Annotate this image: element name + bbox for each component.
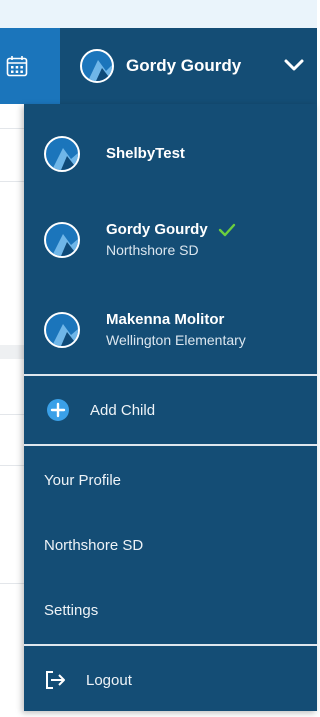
account-subtitle: Wellington Elementary bbox=[106, 332, 246, 348]
background-divider bbox=[0, 583, 24, 584]
background-divider bbox=[0, 128, 24, 129]
app-header: Gordy Gourdy bbox=[0, 28, 317, 104]
logout-label: Logout bbox=[86, 671, 132, 689]
chevron-down-icon[interactable] bbox=[283, 56, 305, 74]
menu-item-your-profile[interactable]: Your Profile bbox=[24, 455, 317, 505]
account-dropdown-menu: ShelbyTest Gordy Gourdy Northshore SD Ma… bbox=[24, 104, 317, 711]
background-divider bbox=[0, 345, 24, 359]
account-name: Gordy Gourdy bbox=[106, 221, 208, 238]
account-name: ShelbyTest bbox=[106, 145, 185, 162]
account-subtitle: Northshore SD bbox=[106, 242, 199, 258]
menu-item-label: Northshore SD bbox=[44, 536, 144, 554]
avatar bbox=[80, 49, 114, 83]
calendar-button[interactable] bbox=[0, 28, 60, 104]
avatar bbox=[44, 312, 80, 348]
add-child-label: Add Child bbox=[90, 401, 156, 419]
checkmark-icon bbox=[218, 223, 235, 237]
top-strip bbox=[0, 0, 317, 28]
current-user-name: Gordy Gourdy bbox=[126, 56, 242, 75]
background-divider bbox=[0, 414, 24, 415]
avatar bbox=[44, 222, 80, 258]
plus-circle-icon bbox=[47, 399, 69, 421]
account-item-shelbytest[interactable]: ShelbyTest bbox=[24, 132, 317, 176]
logout-icon bbox=[46, 671, 65, 689]
background-divider bbox=[0, 465, 24, 466]
calendar-icon bbox=[6, 56, 28, 77]
account-item-gordy-gourdy[interactable]: Gordy Gourdy Northshore SD bbox=[24, 216, 317, 264]
avatar bbox=[44, 136, 80, 172]
menu-item-settings[interactable]: Settings bbox=[24, 585, 317, 635]
divider bbox=[24, 644, 317, 646]
logout-button[interactable]: Logout bbox=[24, 655, 317, 705]
account-item-makenna-molitor[interactable]: Makenna Molitor Wellington Elementary bbox=[24, 306, 317, 354]
divider bbox=[24, 444, 317, 446]
user-switcher[interactable]: Gordy Gourdy bbox=[80, 28, 317, 104]
menu-item-northshore-sd[interactable]: Northshore SD bbox=[24, 520, 317, 570]
menu-item-label: Settings bbox=[44, 601, 99, 619]
add-child-button[interactable]: Add Child bbox=[24, 385, 317, 435]
menu-item-label: Your Profile bbox=[44, 471, 121, 489]
account-name: Makenna Molitor bbox=[106, 311, 225, 328]
divider bbox=[24, 374, 317, 376]
background-divider bbox=[0, 181, 24, 182]
